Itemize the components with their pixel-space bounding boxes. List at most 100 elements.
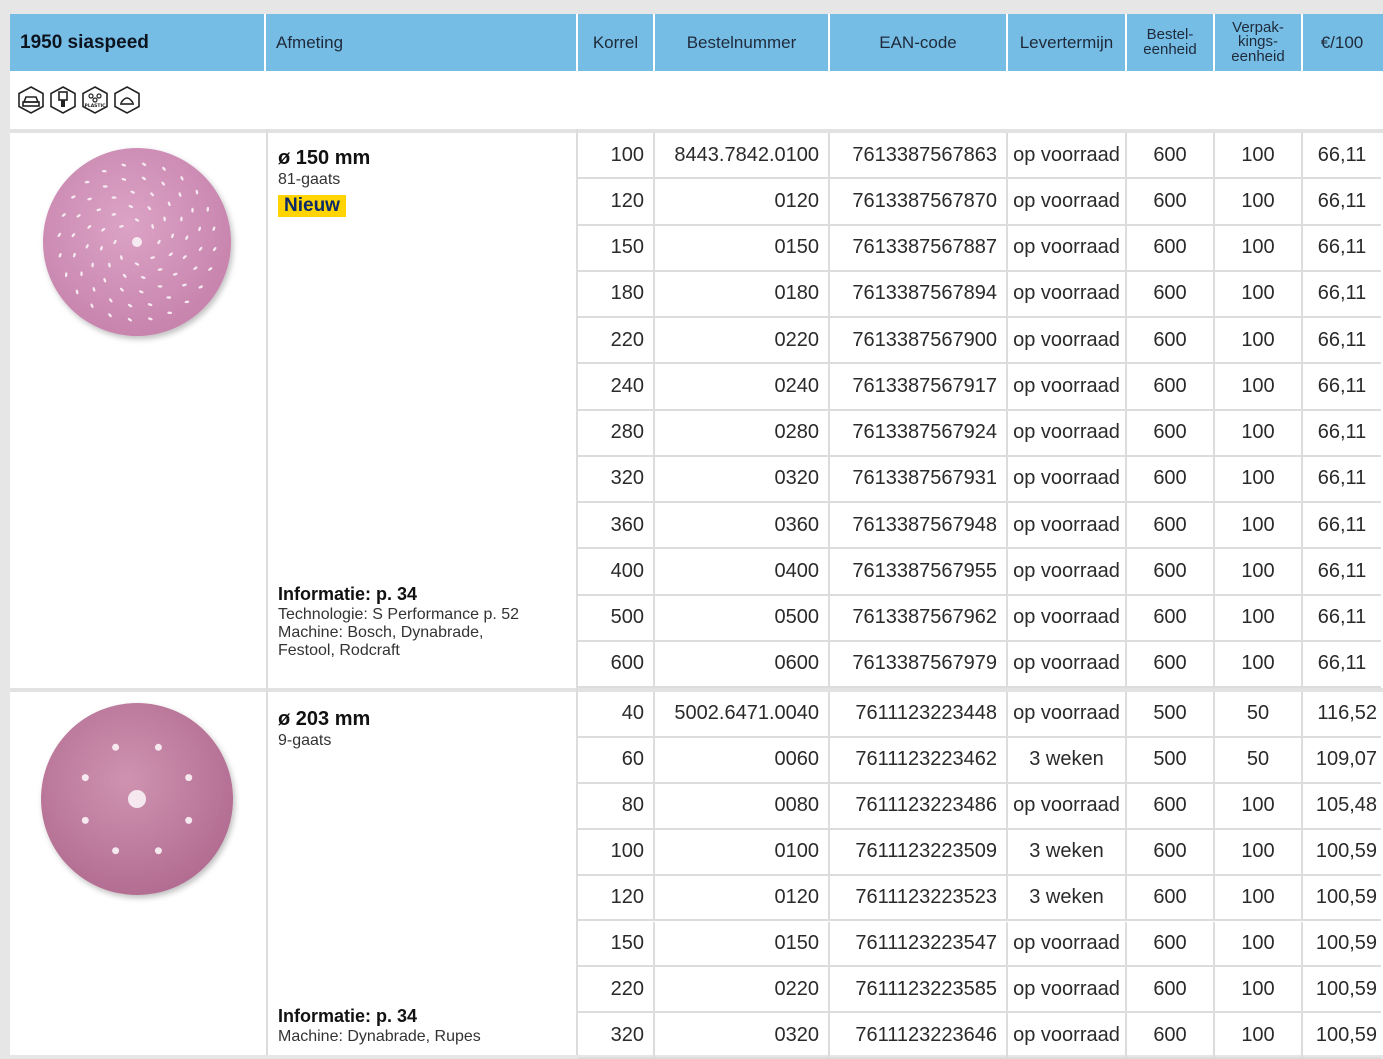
cell-bestelnummer: 0240 [655,364,830,411]
cell-besteleenheid: 600 [1127,318,1215,365]
cell-bestelnummer: 0500 [655,595,830,642]
cell-prijs: 66,11 [1303,133,1381,180]
cell-besteleenheid: 600 [1127,829,1215,876]
cell-levertermijn: op voorraad [1008,641,1127,688]
cell-ean: 7611123223486 [830,783,1008,830]
header-afmeting: Afmeting [266,14,578,71]
header-prijs: €/100 [1320,33,1364,52]
cell-ean: 7611123223509 [830,829,1008,876]
cell-prijs: 100,59 [1303,876,1381,922]
cell-verpakkingseenheid: 100 [1215,921,1303,968]
cell-verpakkingseenheid: 100 [1215,179,1303,226]
cell-ean: 7613387567887 [830,225,1008,272]
cell-prijs: 66,11 [1303,642,1381,688]
catalog-sheet: 1950 siaspeed Afmeting Korrel Bestelnumm… [10,14,1383,1059]
cell-korrel: 600 [578,641,655,688]
cell-verpakkingseenheid: 100 [1215,549,1303,596]
cell-prijs: 100,59 [1303,922,1381,968]
cell-besteleenheid: 600 [1127,503,1215,550]
cell-verpakkingseenheid: 100 [1215,1013,1303,1059]
cell-verpakkingseenheid: 100 [1215,641,1303,688]
cell-prijs: 66,11 [1303,503,1381,550]
header-besteleenheid-line2: eenheid [1143,40,1197,58]
plastic-icon-label: PLASTIC [85,103,107,109]
cell-prijs: 66,11 [1303,226,1381,272]
info-reference: Informatie: p. 34 [278,1006,418,1026]
cell-korrel: 80 [578,783,655,830]
cell-prijs: 116,52 [1303,692,1381,738]
cell-verpakkingseenheid: 100 [1215,595,1303,642]
cell-korrel: 280 [578,410,655,457]
cell-besteleenheid: 600 [1127,456,1215,503]
cell-bestelnummer: 0180 [655,271,830,318]
product-holes: 81-gaats [278,171,341,188]
cell-besteleenheid: 600 [1127,271,1215,318]
table-row: 400 0400 7613387567955 op voorraad 600 100 66,… [578,549,1381,596]
plastic-icon: PLASTIC [82,86,108,114]
cell-ean: 7613387567863 [830,133,1008,180]
cell-korrel: 60 [578,737,655,784]
cell-korrel: 240 [578,364,655,411]
cell-verpakkingseenheid: 100 [1215,456,1303,503]
product-description: ø 150 mm 81-gaats Nieuw Informatie: p. 3… [266,129,578,688]
cell-korrel: 40 [578,692,655,738]
cell-levertermijn: 3 weken [1008,737,1127,784]
cell-besteleenheid: 600 [1127,875,1215,922]
cell-verpakkingseenheid: 100 [1215,318,1303,365]
cell-levertermijn: 3 weken [1008,875,1127,922]
cell-korrel: 180 [578,271,655,318]
table-row: 600 0600 7613387567979 op voorraad 600 100 66,… [578,641,1381,688]
cell-bestelnummer: 0280 [655,410,830,457]
cell-ean: 7613387567900 [830,318,1008,365]
note-line: Machine: Bosch, Dynabrade, [278,624,484,641]
cell-verpakkingseenheid: 100 [1215,967,1303,1014]
table-row: 280 0280 7613387567924 op voorraad 600 100 66,… [578,410,1381,457]
table-row: 320 0320 7613387567931 op voorraad 600 100 66,… [578,456,1381,503]
cell-verpakkingseenheid: 100 [1215,829,1303,876]
cell-ean: 7611123223547 [830,921,1008,968]
cell-ean: 7611123223523 [830,875,1008,922]
cell-korrel: 120 [578,875,655,922]
cell-ean: 7613387567931 [830,456,1008,503]
header-verpakkingseenheid: Verpak- kings- eenheid [1215,14,1303,71]
cell-levertermijn: op voorraad [1008,783,1127,830]
cell-bestelnummer: 0120 [655,179,830,226]
product-holes: 9-gaats [278,732,332,749]
cell-korrel: 500 [578,595,655,642]
cell-prijs: 109,07 [1303,738,1381,784]
cell-besteleenheid: 600 [1127,364,1215,411]
cell-levertermijn: op voorraad [1008,549,1127,596]
cell-ean: 7613387567962 [830,595,1008,642]
note-line: Festool, Rodcraft [278,642,400,659]
table-row: 220 0220 7613387567900 op voorraad 600 100 66,… [578,318,1381,365]
product-block-203: ø 203 mm 9-gaats Informatie: p. 34 Machi… [10,688,1383,1059]
table-row: 120 0120 7613387567870 op voorraad 600 100 66,… [578,179,1381,226]
car-body-icon [18,86,44,114]
cell-levertermijn: op voorraad [1008,364,1127,411]
cell-besteleenheid: 600 [1127,225,1215,272]
cell-korrel: 400 [578,549,655,596]
table-row: 320 0320 7611123223646 op voorraad 600 100 100… [578,1013,1381,1059]
header-besteleenheid: Bestel- eenheid [1127,14,1215,71]
cell-ean: 7611123223585 [830,967,1008,1014]
cell-verpakkingseenheid: 100 [1215,410,1303,457]
cell-levertermijn: op voorraad [1008,503,1127,550]
table-row: 40 5002.6471.0040 7611123223448 op voorraad… [578,692,1381,738]
table-row: 80 0080 7611123223486 op voorraad 600 100 105,… [578,783,1381,830]
cell-verpakkingseenheid: 100 [1215,133,1303,180]
cell-bestelnummer: 0150 [655,225,830,272]
cell-besteleenheid: 600 [1127,783,1215,830]
cell-bestelnummer: 0080 [655,783,830,830]
cell-verpakkingseenheid: 100 [1215,875,1303,922]
cell-verpakkingseenheid: 100 [1215,271,1303,318]
cell-bestelnummer: 0600 [655,641,830,688]
cell-ean: 7613387567979 [830,641,1008,688]
cell-ean: 7613387567924 [830,410,1008,457]
cell-bestelnummer: 0100 [655,829,830,876]
cell-bestelnummer: 0320 [655,456,830,503]
product-image-column [10,129,266,688]
cell-verpakkingseenheid: 100 [1215,364,1303,411]
cell-ean: 7611123223462 [830,737,1008,784]
sanding-disc-203-image [41,703,233,895]
cell-ean: 7611123223448 [830,692,1008,738]
